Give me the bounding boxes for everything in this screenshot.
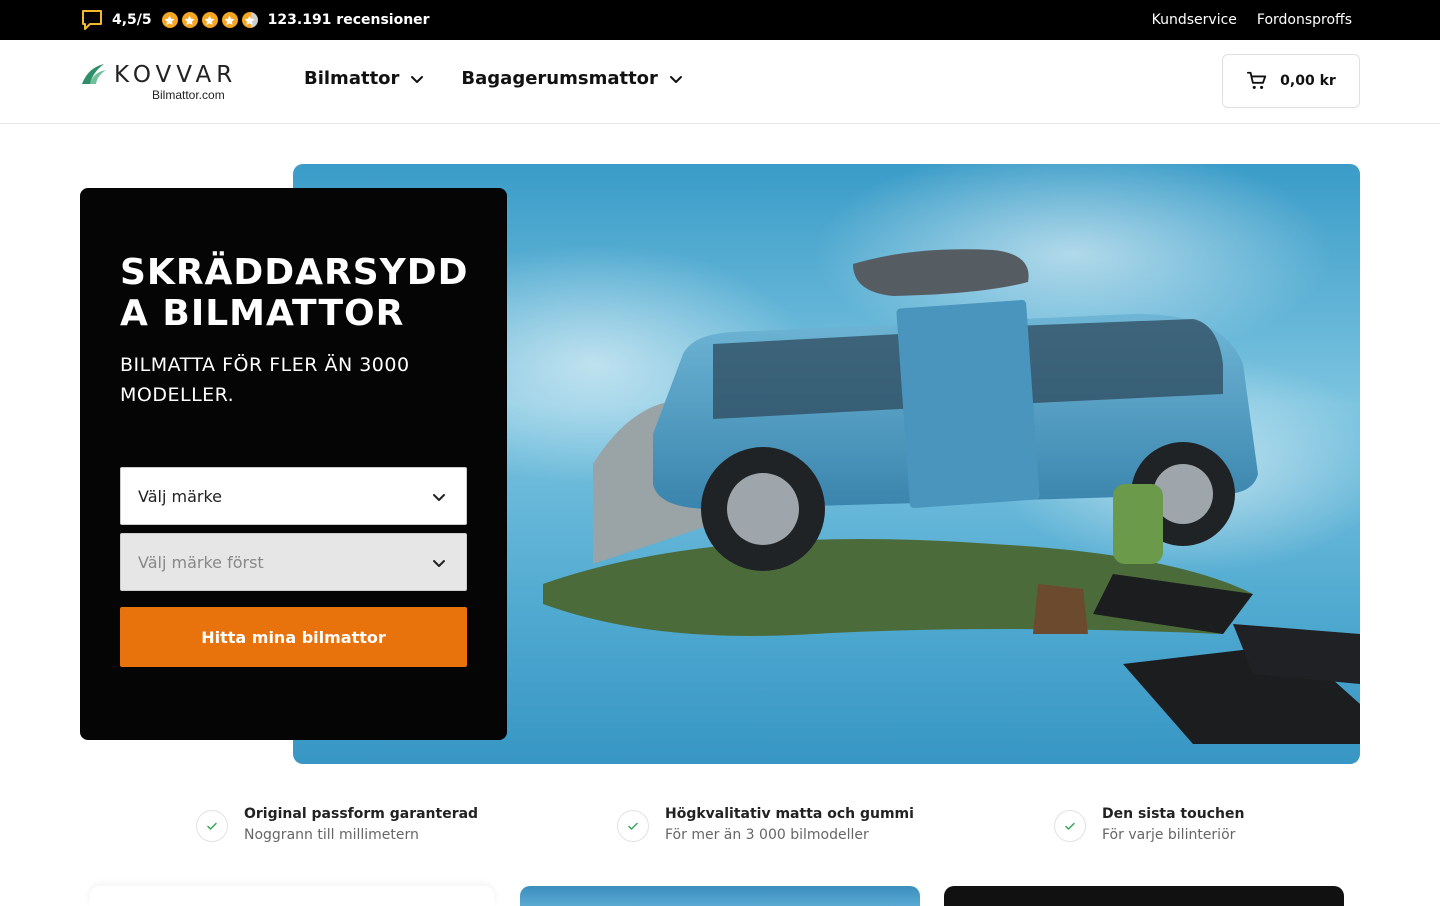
nav-label: Bilmattor [304, 68, 400, 89]
hero-subtitle: BILMATTA FÖR FLER ÄN 3000 MODELLER. [120, 354, 410, 406]
usp-item: Original passform garanterad Noggrann ti… [196, 804, 478, 846]
rating-summary[interactable]: 4,5/5 123.191 recensioner [80, 8, 430, 32]
cart-button[interactable]: 0,00 kr [1222, 54, 1360, 108]
usp-bar: Original passform garanterad Noggrann ti… [0, 800, 1440, 850]
main-nav: Bilmattor Bagagerumsmattor [304, 68, 684, 89]
usp-item: Den sista touchen För varje bilinteriör [1054, 804, 1244, 846]
half-star-icon [241, 12, 258, 28]
review-count: 123.191 recensioner [267, 12, 430, 28]
customer-service-link[interactable]: Kundservice [1152, 12, 1237, 28]
nav-item-bilmattor[interactable]: Bilmattor [304, 68, 425, 89]
nav-label: Bagagerumsmattor [461, 68, 658, 89]
vehicle-pros-link[interactable]: Fordonsproffs [1257, 12, 1352, 28]
brand-select[interactable]: Välj märke [120, 467, 467, 525]
cart-total: 0,00 kr [1280, 73, 1336, 89]
model-select-value: Välj märke först [138, 552, 264, 572]
model-select[interactable]: Välj märke först [120, 533, 467, 591]
brand-select-value: Välj märke [138, 486, 222, 506]
logo-subtitle: Bilmattor.com [152, 88, 225, 102]
check-icon [196, 810, 228, 842]
usp-subtitle: För mer än 3 000 bilmodeller [665, 827, 869, 843]
nav-item-bagagerumsmattor[interactable]: Bagagerumsmattor [461, 68, 684, 89]
usp-title: Original passform garanterad [244, 806, 479, 822]
category-card[interactable] [90, 886, 494, 906]
category-card[interactable] [944, 886, 1344, 906]
find-mats-button[interactable]: Hitta mina bilmattor [120, 607, 467, 667]
check-icon [617, 810, 649, 842]
site-header: KOVVAR Bilmattor.com Bilmattor Bagagerum… [0, 40, 1440, 124]
category-card[interactable] [520, 886, 920, 906]
star-icon [221, 12, 238, 28]
usp-title: Den sista touchen [1102, 806, 1245, 822]
chevron-down-icon [411, 75, 424, 83]
hero-title: SKRÄDDARSYDDA BILMATTOR [120, 252, 469, 334]
star-icon [181, 12, 198, 28]
site-logo[interactable]: KOVVAR Bilmattor.com [80, 62, 242, 104]
cart-icon [1247, 71, 1267, 89]
hero-panel: SKRÄDDARSYDDA BILMATTOR BILMATTA FÖR FLE… [80, 188, 507, 740]
chevron-down-icon [433, 560, 445, 567]
usp-title: Högkvalitativ matta och gummi [665, 806, 914, 822]
top-links: Kundservice Fordonsproffs [1152, 0, 1352, 40]
chevron-down-icon [669, 75, 682, 83]
usp-subtitle: Noggrann till millimetern [244, 827, 419, 843]
chat-bubble-icon [80, 8, 104, 32]
star-icon [161, 12, 178, 28]
logo-wordmark: KOVVAR [114, 62, 238, 88]
rating-stars [161, 12, 258, 28]
check-icon [1054, 810, 1086, 842]
usp-item: Högkvalitativ matta och gummi För mer än… [617, 804, 914, 846]
logo-mark-icon [82, 64, 106, 84]
rating-score: 4,5/5 [112, 12, 152, 28]
top-bar: 4,5/5 123.191 recensioner Kundservice Fo… [0, 0, 1440, 40]
usp-subtitle: För varje bilinteriör [1102, 827, 1236, 843]
chevron-down-icon [433, 494, 445, 501]
star-icon [201, 12, 218, 28]
